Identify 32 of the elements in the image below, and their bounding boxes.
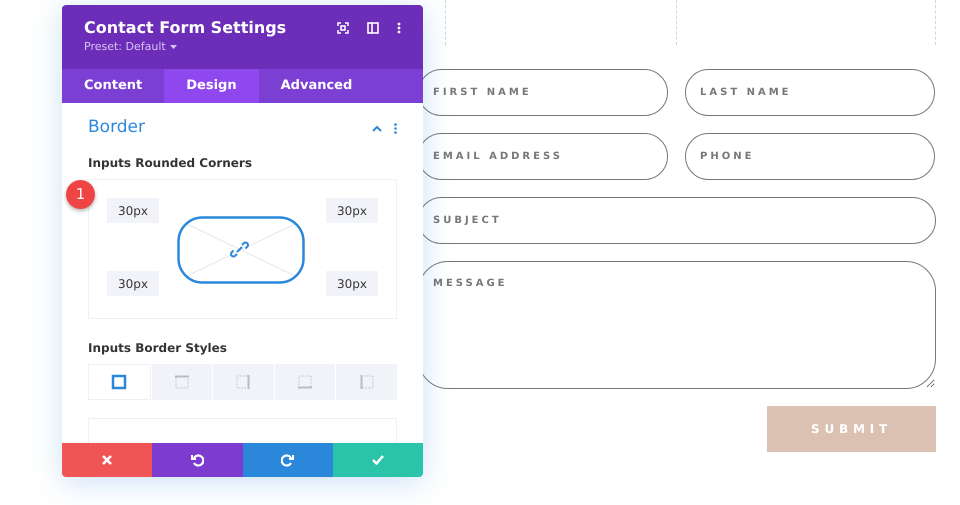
undo-icon <box>190 454 204 466</box>
close-icon <box>102 455 112 465</box>
input-field[interactable]: PHONE <box>685 133 935 180</box>
tab[interactable]: Design <box>164 69 259 103</box>
border-side-icon <box>358 374 375 390</box>
tab[interactable]: Content <box>62 69 164 103</box>
border-side-icon <box>235 374 252 390</box>
caret-icon <box>170 45 177 50</box>
undo-button[interactable] <box>152 443 242 477</box>
chevron-icon[interactable] <box>372 124 382 132</box>
border-side-icon <box>297 374 314 390</box>
preset-dropdown[interactable]: Preset: Default <box>84 39 177 56</box>
redo-icon <box>281 454 294 466</box>
section-title: Border <box>88 116 145 140</box>
corner-radius-field[interactable]: 30px <box>326 271 378 296</box>
redo-button[interactable] <box>242 443 333 477</box>
panel-title: Contact Form Settings <box>84 17 286 39</box>
more-icon[interactable] <box>394 122 397 134</box>
border-side-option[interactable] <box>88 364 151 400</box>
more-icon[interactable] <box>397 22 401 34</box>
corner-radius-field[interactable]: 30px <box>107 198 159 223</box>
corner-radius-field[interactable]: 30px <box>107 271 159 296</box>
border-side-icon <box>174 374 190 390</box>
border-side-icon <box>111 374 128 390</box>
sidebar-icon[interactable] <box>367 22 379 34</box>
option-label: Inputs Rounded Corners <box>88 155 253 172</box>
focus-icon[interactable] <box>337 22 349 34</box>
input-field[interactable]: LAST NAME <box>685 69 935 116</box>
check-icon <box>372 455 384 465</box>
tab[interactable]: Advanced <box>258 69 374 103</box>
option-label: Inputs Border Styles <box>88 340 228 357</box>
corner-radius-field[interactable]: 30px <box>326 198 378 223</box>
